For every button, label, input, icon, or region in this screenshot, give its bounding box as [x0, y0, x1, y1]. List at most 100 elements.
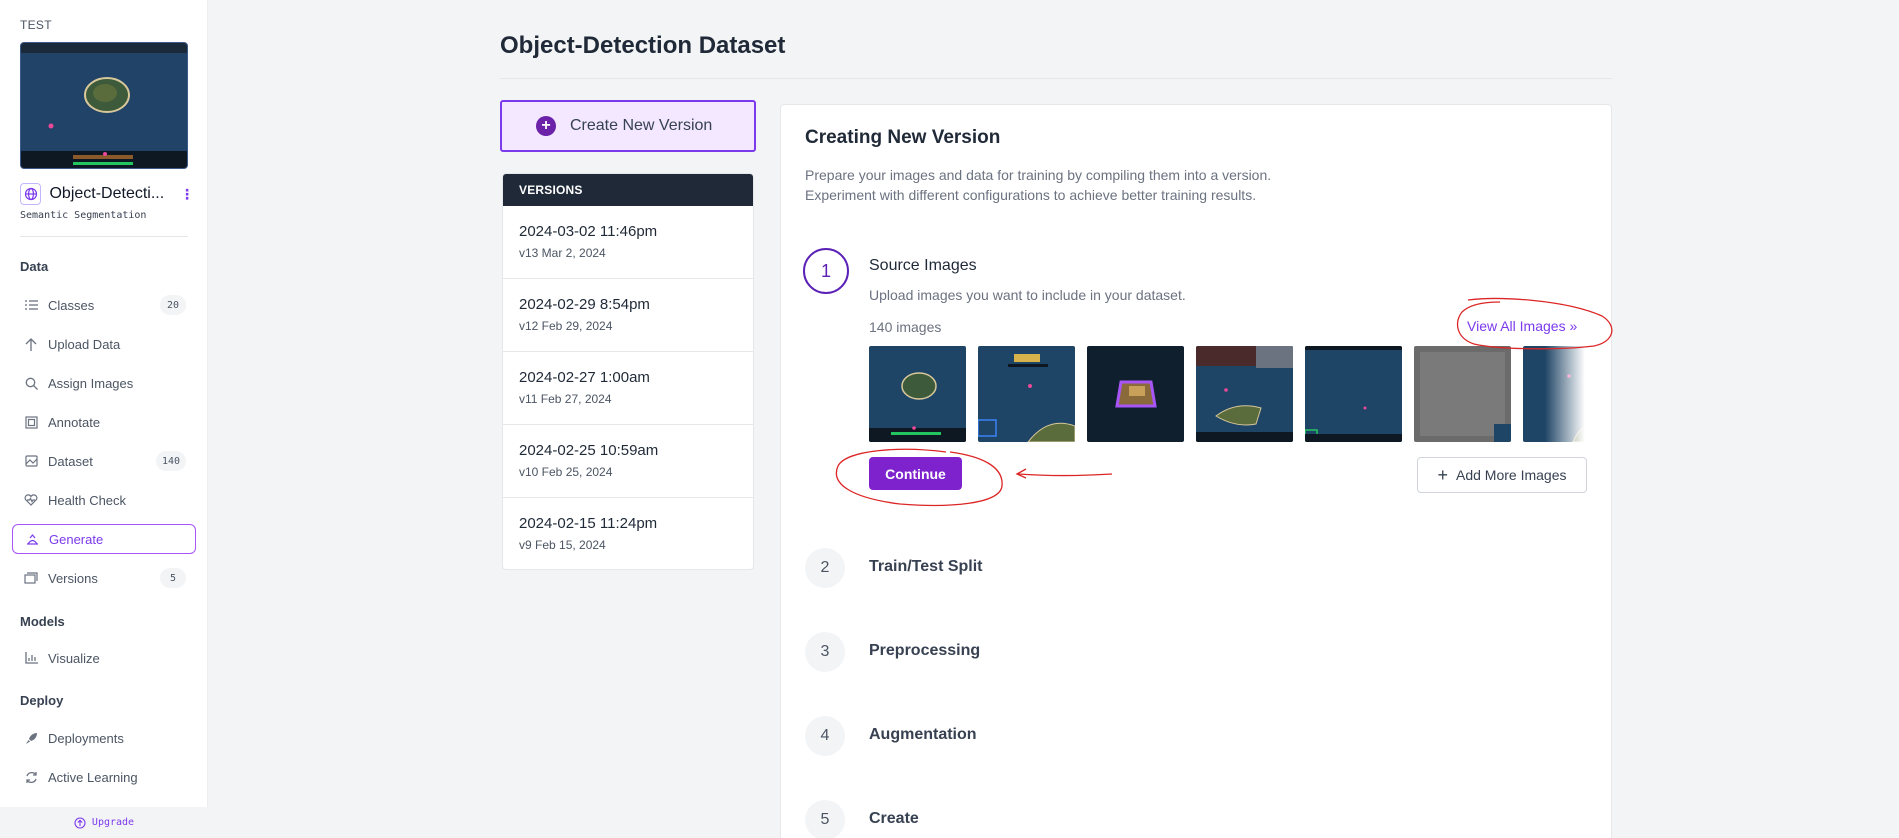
images-icon [24, 454, 38, 468]
versions-icon [24, 571, 38, 585]
sidebar-item-versions[interactable]: Versions 5 [12, 563, 196, 593]
count-badge: 5 [160, 568, 186, 588]
description-line: Experiment with different configurations… [805, 187, 1257, 203]
sidebar-divider [20, 236, 188, 237]
versions-header: VERSIONS [503, 174, 753, 206]
version-date: 2024-02-29 8:54pm [519, 296, 650, 313]
sidebar-item-upload-data[interactable]: Upload Data [12, 329, 196, 359]
step-number-5: 5 [805, 800, 845, 838]
list-icon [24, 298, 38, 312]
step-title-train-test-split[interactable]: Train/Test Split [869, 558, 983, 576]
upgrade-label: Upgrade [91, 817, 135, 828]
sidebar-item-label: Active Learning [48, 769, 138, 785]
version-item[interactable]: 2024-02-27 1:00am v11 Feb 27, 2024 [503, 352, 753, 425]
step-number-1: 1 [803, 248, 849, 294]
sidebar-item-health-check[interactable]: Health Check [12, 485, 196, 515]
version-date: 2024-02-27 1:00am [519, 369, 650, 386]
version-item[interactable]: 2024-03-02 11:46pm v13 Mar 2, 2024 [503, 206, 753, 279]
create-version-panel: Creating New Version Prepare your images… [780, 104, 1612, 838]
versions-list: VERSIONS 2024-03-02 11:46pm v13 Mar 2, 2… [502, 173, 754, 570]
panel-description: Prepare your images and data for trainin… [805, 165, 1271, 205]
sidebar-item-assign-images[interactable]: Assign Images [12, 368, 196, 398]
project-name: Object-Detecti... [49, 185, 165, 202]
image-thumbnail[interactable] [1087, 346, 1184, 442]
sidebar: TEST Object-Detecti... ⋮ Semantic Segmen… [0, 0, 208, 838]
title-divider [500, 78, 1612, 79]
sidebar-item-label: Health Check [48, 492, 127, 508]
count-badge: 20 [160, 295, 186, 315]
description-line: Prepare your images and data for trainin… [805, 167, 1272, 183]
view-all-images-link[interactable]: View All Images » [1467, 318, 1577, 334]
add-more-label: Add More Images [1456, 467, 1567, 483]
kebab-menu-icon[interactable]: ⋮ [180, 186, 194, 203]
upgrade-link[interactable]: Upgrade [0, 807, 208, 838]
plus-icon: + [1437, 465, 1448, 485]
chart-icon [24, 651, 38, 665]
section-label-models: Models [20, 614, 65, 629]
step-title-create[interactable]: Create [869, 810, 919, 828]
search-icon [24, 376, 38, 390]
rocket-icon [24, 731, 38, 745]
project-thumbnail[interactable] [20, 42, 188, 169]
project-row[interactable]: Object-Detecti... ⋮ [20, 183, 194, 205]
version-date: 2024-02-15 11:24pm [519, 515, 658, 532]
project-type: Semantic Segmentation [20, 210, 147, 221]
version-date: 2024-02-25 10:59am [519, 442, 659, 459]
image-thumbnail[interactable] [978, 346, 1075, 442]
version-date: 2024-03-02 11:46pm [519, 223, 658, 240]
image-thumbnail[interactable] [1305, 346, 1402, 442]
page-title: Object-Detection Dataset [500, 32, 786, 59]
step-title-source-images[interactable]: Source Images [869, 257, 977, 275]
section-label-data: Data [20, 259, 49, 274]
step-title-augmentation[interactable]: Augmentation [869, 726, 977, 744]
upload-circle-icon [74, 816, 86, 829]
sidebar-item-deployments[interactable]: Deployments [12, 723, 196, 753]
step-number-4: 4 [805, 716, 845, 756]
plus-circle-icon: + [536, 116, 556, 136]
image-thumbnail[interactable] [1414, 346, 1511, 442]
count-badge: 140 [155, 451, 186, 471]
sidebar-item-visualize[interactable]: Visualize [12, 643, 196, 673]
sidebar-item-label: Upload Data [48, 336, 121, 352]
thumbnail-fade [1545, 346, 1585, 442]
annotate-icon [24, 415, 38, 429]
step-title-preprocessing[interactable]: Preprocessing [869, 642, 980, 660]
upload-icon [24, 337, 38, 351]
image-thumbnail[interactable] [869, 346, 966, 442]
sidebar-item-label: Classes [48, 297, 95, 313]
version-subtitle: v11 Feb 27, 2024 [519, 392, 612, 406]
version-subtitle: v13 Mar 2, 2024 [519, 246, 606, 260]
sidebar-item-label: Deployments [48, 730, 124, 746]
sidebar-item-annotate[interactable]: Annotate [12, 407, 196, 437]
sidebar-item-dataset[interactable]: Dataset 140 [12, 446, 196, 476]
sidebar-item-label: Visualize [48, 650, 100, 666]
version-item[interactable]: 2024-02-25 10:59am v10 Feb 25, 2024 [503, 425, 753, 498]
loop-icon [24, 770, 38, 784]
image-thumbnail[interactable] [1196, 346, 1293, 442]
sidebar-item-label: Annotate [48, 414, 101, 430]
generate-icon [25, 532, 39, 546]
version-item[interactable]: 2024-02-15 11:24pm v9 Feb 15, 2024 [503, 498, 753, 569]
version-item[interactable]: 2024-02-29 8:54pm v12 Feb 29, 2024 [503, 279, 753, 352]
version-subtitle: v12 Feb 29, 2024 [519, 319, 613, 333]
globe-icon [20, 183, 42, 205]
add-more-images-button[interactable]: + Add More Images [1417, 457, 1587, 493]
version-subtitle: v9 Feb 15, 2024 [519, 538, 606, 552]
image-thumbnails [869, 346, 1585, 442]
workspace-name: TEST [20, 18, 52, 32]
sidebar-item-active-learning[interactable]: Active Learning [12, 762, 196, 792]
sidebar-item-label: Dataset [48, 453, 93, 469]
create-new-version-button[interactable]: + Create New Version [500, 100, 756, 152]
create-version-label: Create New Version [570, 117, 713, 134]
panel-title: Creating New Version [805, 127, 1001, 148]
section-label-deploy: Deploy [20, 693, 64, 708]
sidebar-item-label: Assign Images [48, 375, 134, 391]
image-count: 140 images [869, 319, 942, 335]
sidebar-item-classes[interactable]: Classes 20 [12, 290, 196, 320]
continue-button[interactable]: Continue [869, 457, 962, 490]
sidebar-item-label: Versions [48, 570, 98, 586]
sidebar-item-label: Generate [49, 531, 104, 547]
step-number-2: 2 [805, 548, 845, 588]
sidebar-item-generate[interactable]: Generate [12, 524, 196, 554]
version-subtitle: v10 Feb 25, 2024 [519, 465, 613, 479]
